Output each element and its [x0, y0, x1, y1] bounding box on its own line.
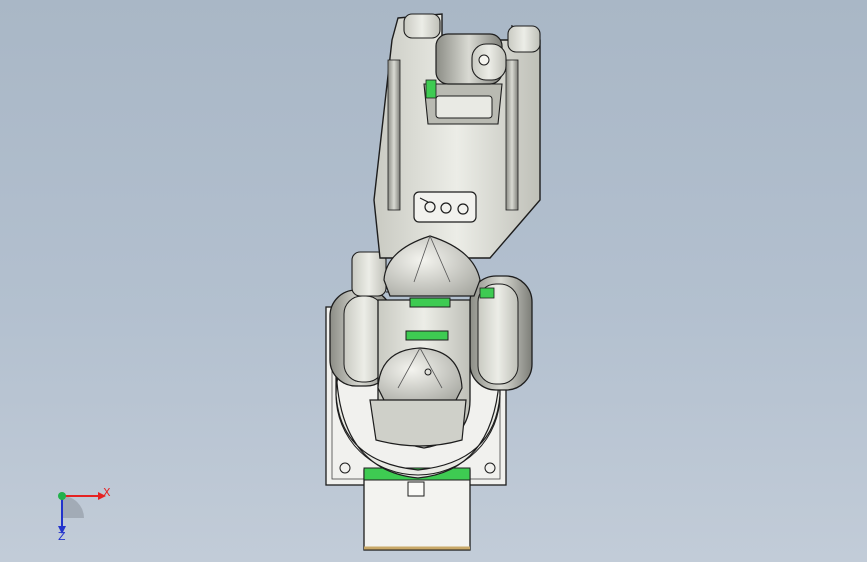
base-column	[363, 467, 471, 551]
y-axis-dot	[58, 492, 66, 500]
cad-viewport[interactable]: X Z	[0, 0, 867, 562]
right-shoulder-motor	[469, 275, 533, 391]
connector-panel	[413, 191, 477, 223]
triad-plane-shade	[62, 496, 84, 518]
x-axis-label: X	[103, 486, 111, 499]
robot-arm-model[interactable]	[0, 0, 867, 562]
z-axis-label: Z	[58, 530, 66, 543]
